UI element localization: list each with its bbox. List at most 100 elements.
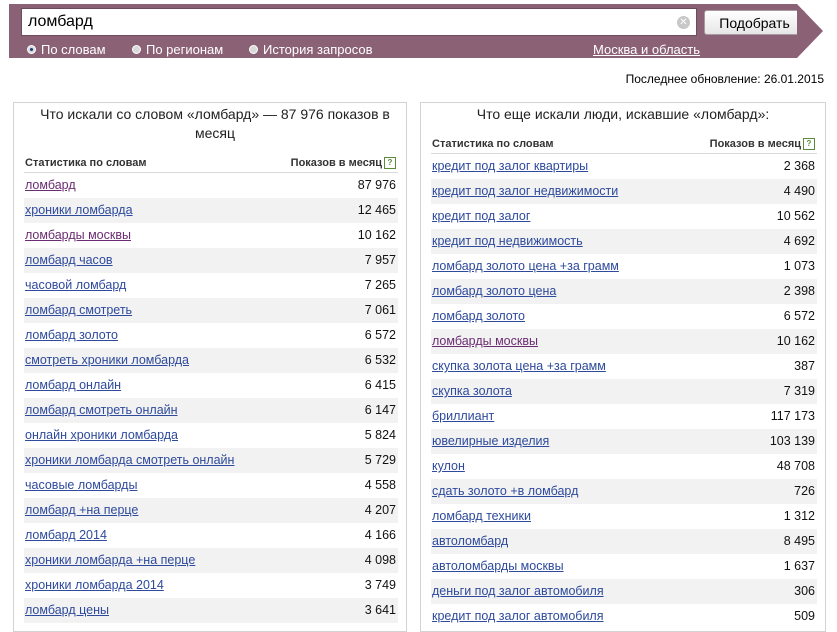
keyword-link[interactable]: ломбард часов (25, 253, 113, 267)
radio-icon[interactable] (132, 45, 141, 55)
keyword-link[interactable]: ломбард золото (432, 309, 525, 323)
keyword-link[interactable]: ломбард техники (432, 509, 531, 523)
keyword-link[interactable]: ломбард смотреть онлайн (25, 403, 178, 417)
table-row: онлайн хроники ломбарда 5 824 (24, 423, 398, 448)
search-input[interactable] (28, 12, 668, 32)
keyword-link[interactable]: ломбарды москвы (432, 334, 538, 348)
left-table: Статистика по словам Показов в месяц? ло… (24, 155, 398, 623)
table-row: кулон 48 708 (431, 454, 817, 479)
keyword-link[interactable]: хроники ломбарда +на перце (25, 553, 195, 567)
mode-by-regions[interactable]: По регионам (132, 42, 223, 57)
impressions-count: 4 207 (364, 503, 396, 517)
mode-by-words[interactable]: По словам (27, 42, 106, 57)
radio-icon[interactable] (249, 45, 258, 55)
keyword-link[interactable]: скупка золота (432, 384, 512, 398)
table-row: ломбард смотреть онлайн 6 147 (24, 398, 398, 423)
table-row: ломбард +на перце 4 207 (24, 498, 398, 523)
impressions-count: 10 562 (776, 209, 815, 223)
table-header: Статистика по словам Показов в месяц? (431, 136, 817, 154)
keyword-link[interactable]: автоломбарды москвы (432, 559, 564, 573)
keyword-link[interactable]: хроники ломбарда смотреть онлайн (25, 453, 234, 467)
submit-button[interactable]: Подобрать (704, 10, 805, 35)
table-row: ломбард техники 1 312 (431, 504, 817, 529)
impressions-count: 8 495 (783, 534, 815, 548)
impressions-count: 6 532 (364, 353, 396, 367)
impressions-count: 7 319 (783, 384, 815, 398)
impressions-count: 5 824 (364, 428, 396, 442)
keyword-link[interactable]: ломбард +на перце (25, 503, 138, 517)
mode-history[interactable]: История запросов (249, 42, 373, 57)
keyword-link[interactable]: кредит под залог (432, 209, 530, 223)
mode-label: По словам (41, 42, 106, 57)
col-count-header: Показов в месяц? (710, 138, 815, 150)
impressions-count: 4 490 (783, 184, 815, 198)
keyword-link[interactable]: кредит под залог недвижимости (432, 184, 618, 198)
keyword-link[interactable]: ломбард золото цена +за грамм (432, 259, 619, 273)
table-row: ломбард цены 3 641 (24, 598, 398, 623)
keyword-link[interactable]: хроники ломбарда (25, 203, 133, 217)
keyword-link[interactable]: ювелирные изделия (432, 434, 549, 448)
keyword-link[interactable]: бриллиант (432, 409, 494, 423)
help-icon[interactable]: ? (384, 157, 396, 169)
right-panel: Что еще искали люди, искавшие «ломбард»:… (420, 102, 826, 632)
table-row: ломбарды москвы 10 162 (431, 329, 817, 354)
impressions-count: 4 098 (364, 553, 396, 567)
table-header: Статистика по словам Показов в месяц? (24, 155, 398, 173)
impressions-count: 509 (794, 609, 815, 623)
keyword-link[interactable]: сдать золото +в ломбард (432, 484, 578, 498)
col-count-label: Показов в месяц (290, 157, 382, 169)
impressions-count: 10 162 (776, 334, 815, 348)
keyword-link[interactable]: автоломбард (432, 534, 508, 548)
keyword-link[interactable]: деньги под залог автомобиля (432, 584, 604, 598)
keyword-link[interactable]: ломбард (25, 178, 76, 192)
col-count-label: Показов в месяц (709, 138, 801, 150)
keyword-link[interactable]: ломбард смотреть (25, 303, 132, 317)
impressions-count: 7 061 (364, 303, 396, 317)
table-row: кредит под залог квартиры 2 368 (431, 154, 817, 179)
search-field[interactable]: ✕ (21, 8, 697, 36)
keyword-link[interactable]: часовой ломбард (25, 278, 126, 292)
impressions-count: 6 572 (364, 328, 396, 342)
table-row: ломбард 87 976 (24, 173, 398, 198)
clear-icon[interactable]: ✕ (677, 16, 690, 29)
table-row: ломбард золото 6 572 (24, 323, 398, 348)
last-update: Последнее обновление: 26.01.2015 (625, 72, 824, 86)
keyword-link[interactable]: кредит под недвижимость (432, 234, 583, 248)
impressions-count: 2 368 (783, 159, 815, 173)
radio-icon[interactable] (27, 45, 36, 55)
impressions-count: 6 415 (364, 378, 396, 392)
keyword-link[interactable]: кредит под залог квартиры (432, 159, 588, 173)
col-keyword-header: Статистика по словам (25, 157, 147, 169)
table-row: ломбард 2014 4 166 (24, 523, 398, 548)
keyword-link[interactable]: смотреть хроники ломбарда (25, 353, 189, 367)
keyword-link[interactable]: ломбард золото цена (432, 284, 556, 298)
table-row: ломбард золото цена +за грамм 1 073 (431, 254, 817, 279)
table-row: ломбард золото 6 572 (431, 304, 817, 329)
keyword-link[interactable]: ломбард онлайн (25, 378, 121, 392)
table-row: скупка золота 7 319 (431, 379, 817, 404)
impressions-count: 387 (794, 359, 815, 373)
table-row: деньги под залог автомобиля 306 (431, 579, 817, 604)
keyword-link[interactable]: кулон (432, 459, 465, 473)
impressions-count: 87 976 (357, 178, 396, 192)
col-keyword-header: Статистика по словам (432, 138, 554, 150)
table-row: ломбард часов 7 957 (24, 248, 398, 273)
table-row: кредит под залог недвижимости 4 490 (431, 179, 817, 204)
keyword-link[interactable]: скупка золота цена +за грамм (432, 359, 606, 373)
impressions-count: 726 (794, 484, 815, 498)
keyword-link[interactable]: кредит под залог автомобиля (432, 609, 604, 623)
keyword-link[interactable]: часовые ломбарды (25, 478, 137, 492)
table-row: кредит под недвижимость 4 692 (431, 229, 817, 254)
impressions-count: 4 166 (364, 528, 396, 542)
table-row: ломбарды москвы 10 162 (24, 223, 398, 248)
keyword-link[interactable]: ломбард 2014 (25, 528, 107, 542)
keyword-link[interactable]: ломбард золото (25, 328, 118, 342)
keyword-link[interactable]: хроники ломбарда 2014 (25, 578, 164, 592)
help-icon[interactable]: ? (803, 138, 815, 150)
keyword-link[interactable]: ломбард цены (25, 603, 109, 617)
keyword-link[interactable]: онлайн хроники ломбарда (25, 428, 178, 442)
table-row: сдать золото +в ломбард 726 (431, 479, 817, 504)
region-link[interactable]: Москва и область (593, 42, 700, 57)
table-row: хроники ломбарда смотреть онлайн 5 729 (24, 448, 398, 473)
keyword-link[interactable]: ломбарды москвы (25, 228, 131, 242)
